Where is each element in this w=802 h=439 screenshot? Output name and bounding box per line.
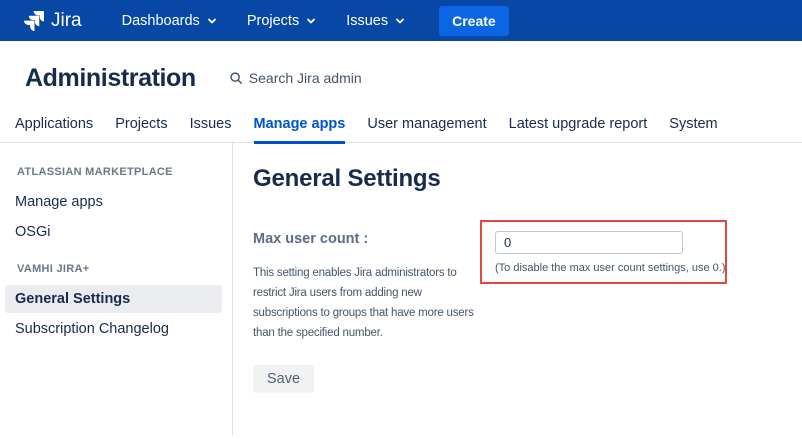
admin-search[interactable]: Search Jira admin: [229, 70, 362, 86]
max-user-count-input[interactable]: [495, 231, 683, 254]
page-title: Administration: [25, 62, 196, 94]
search-label: Search Jira admin: [249, 70, 362, 86]
settings-heading: General Settings: [253, 165, 727, 193]
tab-applications[interactable]: Applications: [15, 114, 93, 144]
field-description: This setting enables Jira administrators…: [253, 263, 480, 343]
sidebar-item-subscription-changelog[interactable]: Subscription Changelog: [5, 315, 222, 343]
tab-manage-apps[interactable]: Manage apps: [254, 114, 346, 144]
field-description-line: This setting enables Jira administrators…: [253, 263, 480, 283]
field-description-line: subscriptions to groups that have more u…: [253, 303, 480, 323]
chevron-down-icon: [306, 16, 316, 26]
admin-tab-bar: Applications Projects Issues Manage apps…: [0, 107, 802, 143]
tab-projects[interactable]: Projects: [115, 114, 167, 144]
max-user-count-label: Max user count :: [253, 231, 480, 247]
nav-item-dashboards[interactable]: Dashboards: [122, 13, 217, 29]
jira-admin-page: Jira Dashboards Projects Issues Create A…: [0, 0, 802, 439]
input-hint: (To disable the max user count settings,…: [495, 262, 721, 274]
field-description-line: restrict Jira users from adding new: [253, 283, 480, 303]
sidebar-item-general-settings[interactable]: General Settings: [5, 285, 222, 313]
content-area: ATLASSIAN MARKETPLACE Manage apps OSGi V…: [0, 143, 802, 435]
nav-item-label: Dashboards: [122, 13, 200, 29]
max-user-count-row: Max user count : This setting enables Ji…: [253, 220, 727, 343]
sidebar-section-vamhi-jira: VAMHI JIRA+ General Settings Subscriptio…: [15, 263, 222, 343]
general-settings-panel: General Settings Max user count : This s…: [233, 143, 727, 435]
jira-logo[interactable]: Jira: [24, 10, 82, 32]
highlight-red-box: (To disable the max user count settings,…: [480, 220, 727, 284]
sidebar: ATLASSIAN MARKETPLACE Manage apps OSGi V…: [0, 143, 233, 435]
sidebar-item-osgi[interactable]: OSGi: [5, 218, 222, 246]
sidebar-section-header: VAMHI JIRA+: [17, 263, 222, 275]
search-icon: [229, 71, 243, 85]
save-button[interactable]: Save: [253, 365, 314, 393]
sidebar-section-atlassian-marketplace: ATLASSIAN MARKETPLACE Manage apps OSGi: [15, 166, 222, 246]
admin-header: Administration Search Jira admin: [0, 41, 802, 107]
sidebar-section-header: ATLASSIAN MARKETPLACE: [17, 166, 222, 178]
create-button[interactable]: Create: [439, 6, 509, 36]
tab-user-management[interactable]: User management: [367, 114, 486, 144]
tab-issues[interactable]: Issues: [190, 114, 232, 144]
sidebar-item-manage-apps[interactable]: Manage apps: [5, 188, 222, 216]
nav-item-label: Issues: [346, 13, 388, 29]
jira-logo-text: Jira: [51, 10, 82, 32]
chevron-down-icon: [395, 16, 405, 26]
nav-item-issues[interactable]: Issues: [346, 13, 405, 29]
jira-logo-icon: [24, 11, 44, 31]
tab-system[interactable]: System: [669, 114, 717, 144]
top-navbar: Jira Dashboards Projects Issues Create: [0, 0, 802, 41]
nav-item-projects[interactable]: Projects: [247, 13, 316, 29]
field-label-column: Max user count : This setting enables Ji…: [253, 220, 480, 343]
tab-latest-upgrade-report[interactable]: Latest upgrade report: [509, 114, 648, 144]
chevron-down-icon: [207, 16, 217, 26]
nav-item-label: Projects: [247, 13, 299, 29]
field-description-line: than the specified number.: [253, 323, 480, 343]
